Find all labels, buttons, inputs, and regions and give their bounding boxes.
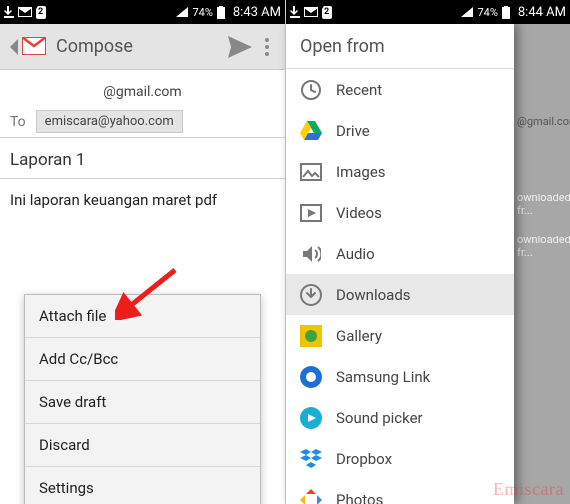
- drawer-item-label: Gallery: [336, 327, 382, 345]
- drawer-item-label: Images: [336, 163, 386, 181]
- status-bar: 2 74% 8:44 AM: [286, 0, 570, 24]
- drawer-item-label: Audio: [336, 245, 375, 263]
- drawer-item-label: Dropbox: [336, 450, 392, 468]
- menu-settings[interactable]: Settings: [25, 467, 260, 504]
- downloads-icon: [300, 284, 322, 306]
- recent-icon: [300, 79, 322, 101]
- to-label: To: [10, 114, 26, 130]
- drawer-item-downloads[interactable]: Downloads: [286, 274, 514, 315]
- phone-left: 2 74% 8:43 AM Compose: [0, 0, 285, 504]
- drawer-item-recent[interactable]: Recent: [286, 69, 514, 110]
- open-from-drawer: Open from Recent Drive Images Videos Audio Do…: [286, 24, 514, 504]
- drawer-item-gallery[interactable]: Gallery: [286, 315, 514, 356]
- gallery-icon: [300, 325, 322, 347]
- clock-text: 8:43 AM: [233, 5, 281, 20]
- subject-field[interactable]: Laporan 1: [0, 138, 285, 179]
- mail-icon: [304, 7, 318, 17]
- drawer-item-label: Recent: [336, 81, 382, 99]
- drawer-item-label: Photos: [336, 491, 383, 504]
- phone-right: 2 74% 8:44 AM @gmail.com ownloaded fr...…: [285, 0, 570, 504]
- battery-text: 74%: [477, 6, 497, 19]
- compose-content: @gmail.com To emiscara@yahoo.com Laporan…: [0, 70, 285, 504]
- drawer-item-images[interactable]: Images: [286, 151, 514, 192]
- sim-icon: 2: [36, 6, 51, 19]
- drawer-item-sound[interactable]: Sound picker: [286, 397, 514, 438]
- drawer-item-label: Drive: [336, 122, 370, 140]
- overflow-button[interactable]: [255, 32, 279, 62]
- drive-icon: [300, 120, 322, 142]
- dropbox-icon: [300, 448, 322, 470]
- drawer-item-label: Sound picker: [336, 409, 423, 427]
- menu-save-draft[interactable]: Save draft: [25, 381, 260, 424]
- drawer-title: Open from: [286, 24, 514, 69]
- action-bar: Compose: [0, 24, 285, 70]
- drawer-item-dropbox[interactable]: Dropbox: [286, 438, 514, 479]
- status-bar: 2 74% 8:43 AM: [0, 0, 285, 24]
- sound-icon: [300, 407, 322, 429]
- overflow-menu: Attach file Add Cc/Bcc Save draft Discar…: [24, 294, 261, 504]
- send-button[interactable]: [225, 32, 255, 62]
- menu-attach-file[interactable]: Attach file: [25, 295, 260, 338]
- drawer-item-audio[interactable]: Audio: [286, 233, 514, 274]
- mail-icon: [18, 7, 32, 17]
- videos-icon: [300, 202, 322, 224]
- to-chip[interactable]: emiscara@yahoo.com: [36, 110, 183, 133]
- download-icon: [290, 6, 300, 18]
- drawer-item-drive[interactable]: Drive: [286, 110, 514, 151]
- signal-icon: [176, 7, 188, 17]
- drawer-item-videos[interactable]: Videos: [286, 192, 514, 233]
- body-field[interactable]: Ini laporan keuangan maret pdf: [0, 179, 285, 221]
- drawer-item-label: Downloads: [336, 286, 411, 304]
- drawer-item-photos[interactable]: Photos: [286, 479, 514, 504]
- from-field[interactable]: @gmail.com: [0, 70, 285, 106]
- menu-discard[interactable]: Discard: [25, 424, 260, 467]
- back-button[interactable]: [6, 36, 20, 58]
- menu-add-cc-bcc[interactable]: Add Cc/Bcc: [25, 338, 260, 381]
- page-title: Compose: [56, 36, 225, 57]
- battery-text: 74%: [192, 6, 212, 19]
- drawer-item-samsung[interactable]: Samsung Link: [286, 356, 514, 397]
- bg-email-text: @gmail.com: [513, 106, 570, 136]
- gmail-icon: [22, 37, 46, 57]
- images-icon: [300, 161, 322, 183]
- photos-icon: [300, 489, 322, 504]
- bg-download-text: ownloaded fr...: [513, 236, 570, 256]
- drawer-item-label: Samsung Link: [336, 368, 430, 386]
- bg-download-text: ownloaded fr...: [513, 194, 570, 214]
- samsung-icon: [300, 366, 322, 388]
- battery-icon: [217, 6, 225, 19]
- drawer-item-label: Videos: [336, 204, 382, 222]
- background-list: @gmail.com ownloaded fr... ownloaded fr.…: [513, 24, 570, 504]
- battery-icon: [502, 6, 510, 19]
- download-icon: [4, 6, 14, 18]
- sim-icon: 2: [322, 6, 337, 19]
- audio-icon: [300, 243, 322, 265]
- signal-icon: [461, 7, 473, 17]
- clock-text: 8:44 AM: [518, 5, 566, 20]
